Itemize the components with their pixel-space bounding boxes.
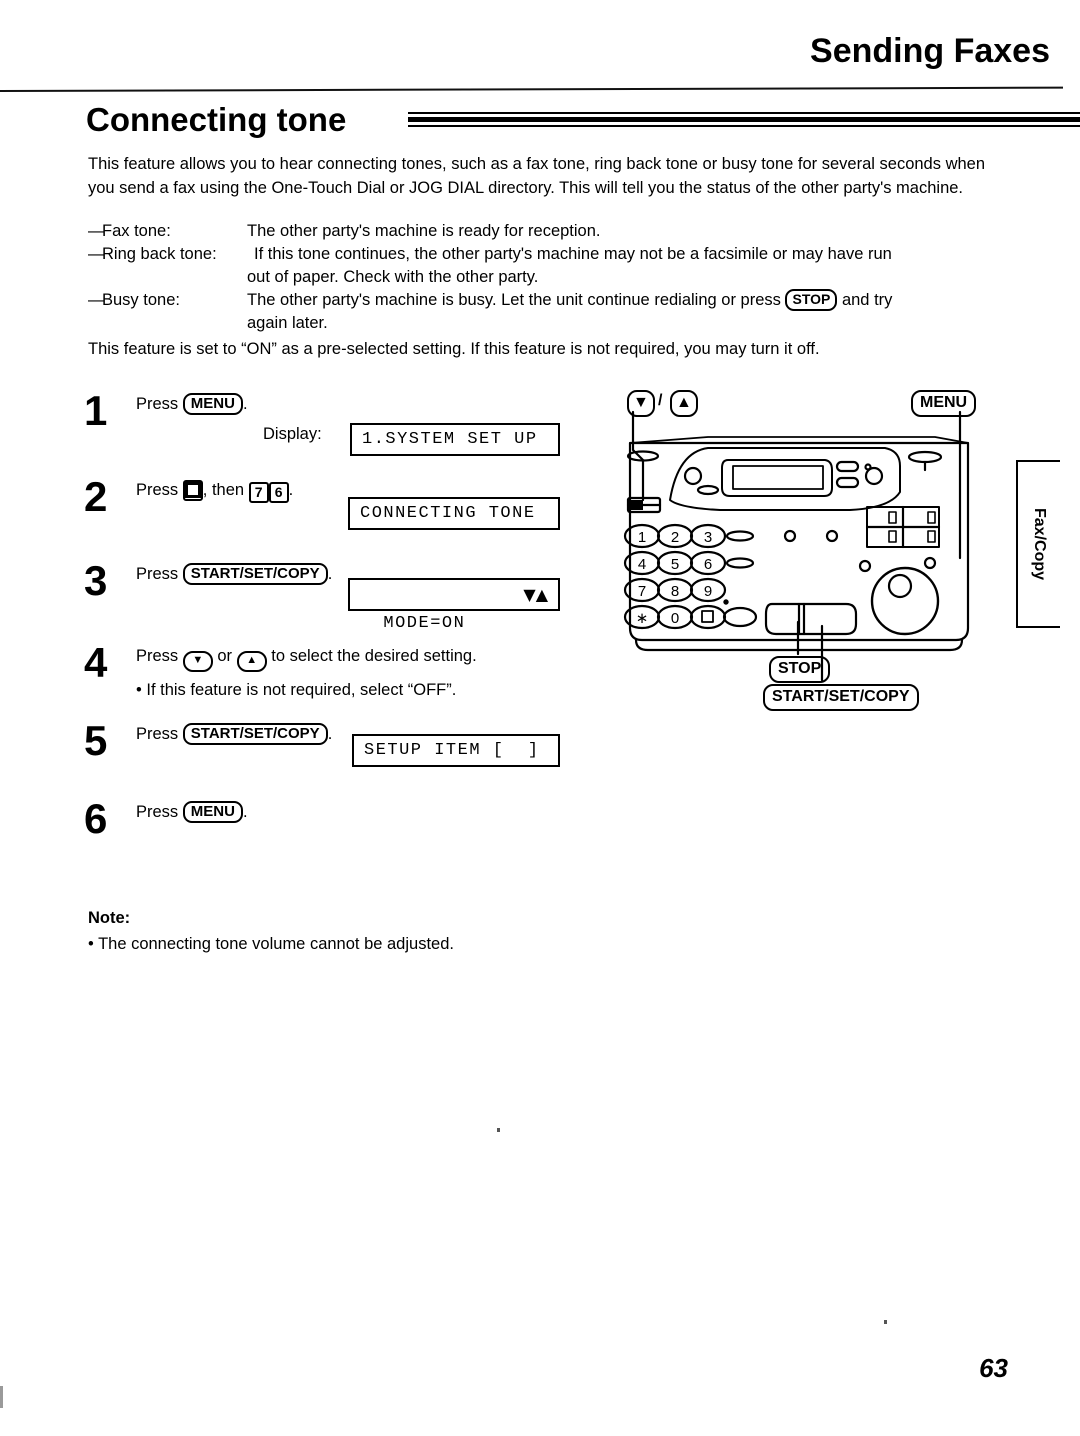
digit-7-key-inline: 7: [248, 482, 269, 503]
lcd-text: MODE=ON: [383, 614, 466, 633]
stop-key-inline: STOP: [785, 289, 838, 311]
svg-text:0: 0: [671, 610, 679, 627]
arrow-down-key-inline: ▼: [182, 651, 213, 672]
scan-artifact-dot: [497, 1128, 500, 1132]
page-title: Sending Faxes: [810, 32, 1050, 70]
page-number: 63: [979, 1353, 1008, 1383]
tone-description-continued: out of paper. Check with the other party…: [247, 268, 539, 286]
step-number: 1: [84, 387, 108, 434]
step-number: 5: [84, 717, 108, 764]
tone-description-list: — Fax tone: The other party's machine is…: [88, 220, 1003, 335]
procedure-steps: 1 Press MENU. 2 Press , then 76. 3 Press…: [84, 388, 584, 856]
menu-key-inline: MENU: [182, 801, 243, 823]
fax-machine-line-art: 1 2 3 4 5 6 7 8 9 ∗ 0: [623, 410, 970, 682]
display-label: Display:: [263, 425, 322, 443]
step-number: 2: [84, 473, 108, 520]
step-number: 6: [84, 795, 108, 842]
lcd-display-system-setup: 1.SYSTEM SET UP: [350, 423, 560, 456]
tone-description: The other party's machine is busy. Let t…: [247, 289, 1003, 312]
step-instruction: Press ▼ or ▲ to select the desired setti…: [136, 640, 584, 672]
tone-description: The other party's machine is ready for r…: [247, 222, 601, 240]
svg-text:∗: ∗: [636, 610, 649, 627]
press-label: Press: [136, 481, 179, 499]
period: .: [327, 725, 333, 743]
menu-key-inline: MENU: [182, 393, 243, 415]
tone-label: Ring back tone:: [102, 245, 217, 263]
tone-label: Fax tone:: [102, 222, 171, 240]
svg-text:9: 9: [704, 583, 712, 600]
step-number: 3: [84, 557, 108, 604]
lcd-display-connecting-tone: CONNECTING TONE: [348, 497, 560, 530]
tone-item-busy: — Busy tone: The other party's machine i…: [88, 289, 1003, 312]
tone-item-fax: — Fax tone: The other party's machine is…: [88, 220, 1003, 243]
svg-text:3: 3: [704, 529, 712, 546]
lcd-arrow-indicators: ▼▲: [523, 585, 548, 604]
press-label: Press: [136, 565, 179, 583]
tone-description-after: and try: [841, 291, 893, 309]
svg-text:5: 5: [671, 556, 679, 573]
hash-key-inline: [182, 480, 203, 501]
list-dash: —: [88, 222, 105, 240]
press-label: Press: [136, 395, 179, 413]
lcd-display-mode-on: MODE=ON ▼▲: [348, 578, 560, 633]
arrow-up-key-inline: ▲: [236, 651, 267, 672]
press-label: Press: [136, 725, 179, 743]
press-label: Press: [136, 803, 179, 821]
list-dash: —: [88, 245, 105, 263]
tone-description: If this tone continues, the other party'…: [254, 245, 892, 263]
start-set-copy-key-inline: START/SET/COPY: [182, 723, 328, 745]
section-title-rule: [408, 112, 1080, 130]
step-instruction: Press MENU.: [136, 388, 584, 416]
period: .: [242, 395, 248, 413]
svg-text:6: 6: [704, 556, 712, 573]
step-instruction-tail: to select the desired setting.: [271, 647, 477, 665]
svg-text:2: 2: [671, 529, 679, 546]
side-tab-label: Fax/Copy: [1031, 507, 1048, 581]
start-set-copy-key-inline: START/SET/COPY: [182, 563, 328, 585]
note-heading: Note:: [88, 909, 131, 927]
preselect-note: This feature is set to “ON” as a pre-sel…: [88, 340, 820, 358]
svg-text:8: 8: [671, 583, 679, 600]
step-bullet: • If this feature is not required, selec…: [136, 681, 457, 699]
page-header: Sending Faxes: [0, 18, 1080, 92]
page-edge-mark: [0, 1386, 3, 1408]
side-tab-fax-copy: Fax/Copy: [1016, 460, 1060, 628]
digit-6-key-inline: 6: [268, 482, 289, 503]
section-heading: Connecting tone: [86, 100, 1080, 146]
svg-text:1: 1: [638, 529, 646, 546]
period: .: [242, 803, 248, 821]
intro-paragraph: This feature allows you to hear connecti…: [88, 155, 986, 197]
step-4: 4 Press ▼ or ▲ to select the desired set…: [84, 640, 584, 718]
lcd-display-setup-item: SETUP ITEM [ ]: [352, 734, 560, 767]
scan-artifact-dot: [884, 1320, 887, 1324]
or-label: or: [217, 647, 233, 665]
header-divider: [0, 86, 1063, 92]
step-number: 4: [84, 639, 108, 686]
svg-text:7: 7: [638, 583, 646, 600]
hash-glyph: [184, 482, 201, 498]
tone-description-before: The other party's machine is busy. Let t…: [247, 291, 781, 309]
tone-item-ring-back: — Ring back tone: If this tone continues…: [88, 243, 1003, 266]
fax-machine-illustration: ▼ / ▲ MENU STOP START/SET/COPY 1 2 3 4 5…: [600, 388, 1010, 718]
svg-text:4: 4: [638, 556, 646, 573]
section-title: Connecting tone: [86, 101, 347, 138]
period: .: [327, 565, 333, 583]
list-dash: —: [88, 291, 105, 309]
tone-label: Busy tone:: [102, 291, 180, 309]
step-instruction: Press MENU.: [136, 796, 584, 824]
period: .: [288, 481, 294, 499]
step-6: 6 Press MENU.: [84, 796, 584, 856]
note-block: Note: • The connecting tone volume canno…: [88, 905, 588, 957]
note-item: • The connecting tone volume cannot be a…: [88, 935, 454, 953]
then-label: , then: [202, 481, 245, 499]
press-label: Press: [136, 647, 179, 665]
tone-description-continued: again later.: [247, 314, 328, 332]
